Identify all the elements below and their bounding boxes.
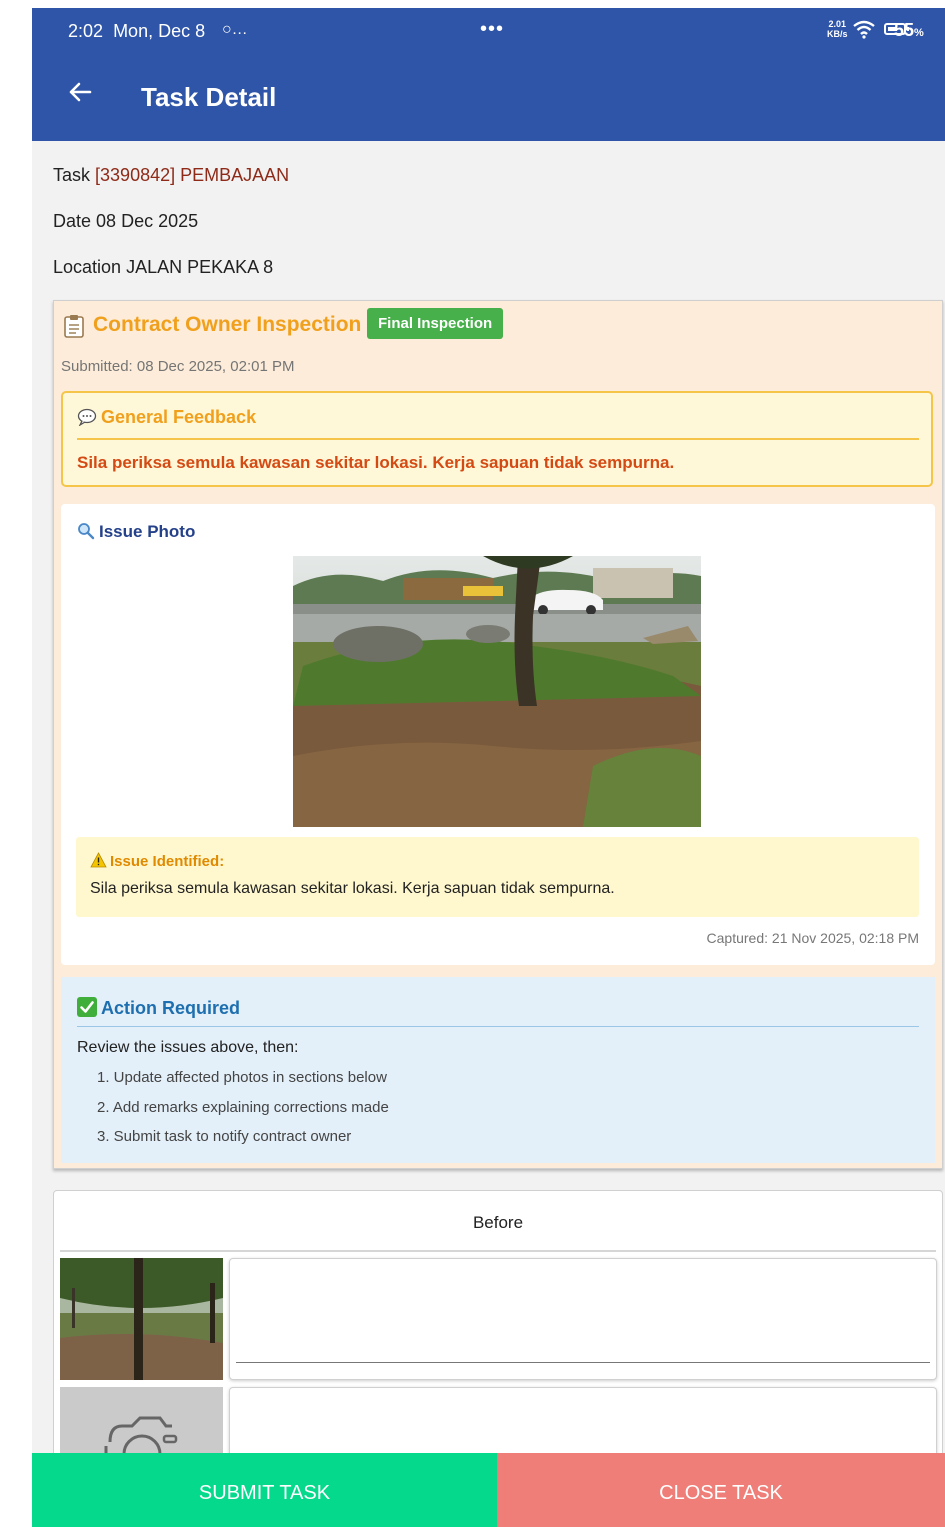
app-bar: Task Detail [32, 56, 945, 141]
inspection-badge: Final Inspection [367, 308, 504, 339]
location-label: Location [53, 257, 122, 277]
divider [60, 1250, 936, 1252]
issue-photo-card: Issue Photo Issue Identified: Sila perik… [61, 504, 935, 965]
issue-text: Sila periksa semula kawasan sekitar loka… [90, 880, 615, 897]
input-underline [236, 1362, 930, 1363]
action-step: 3. Submit task to notify contract owner [97, 1128, 352, 1145]
task-row: Task [3390842] PEMBAJAAN [53, 165, 289, 186]
action-steps-list: 1. Update affected photos in sections be… [97, 1069, 389, 1158]
action-step: 2. Add remarks explaining corrections ma… [97, 1098, 389, 1116]
issue-identified-box: Issue Identified: Sila periksa semula ka… [76, 837, 919, 917]
clipboard-icon [64, 315, 84, 338]
before-heading: Before [472, 1213, 524, 1232]
location-row: Location JALAN PEKAKA 8 [53, 257, 273, 278]
date-value: 08 Dec 2025 [96, 211, 199, 231]
magnifier-icon [78, 523, 95, 540]
back-arrow-icon[interactable] [66, 78, 94, 106]
issue-photo-heading: Issue Photo [77, 522, 195, 542]
close-task-button[interactable]: CLOSE TASK [497, 1453, 945, 1527]
speech-bubble-icon [77, 408, 97, 427]
divider [77, 438, 919, 440]
inspection-card: Contract Owner Inspection Final Inspecti… [53, 300, 943, 1169]
divider [77, 1026, 919, 1027]
task-label: Task [53, 165, 91, 185]
action-required-box: Action Required Review the issues above,… [61, 977, 935, 1163]
submitted-timestamp: Submitted: 08 Dec 2025, 02:01 PM [61, 358, 295, 375]
app-screen: 2:02 Mon, Dec 8 ○… ••• 2.01 KB/s 55% Task… [32, 8, 945, 1527]
date-label: Date [53, 211, 92, 231]
network-speed: 2.01 KB/s [827, 19, 848, 39]
action-step: 1. Update affected photos in sections be… [97, 1069, 387, 1086]
remark-input[interactable] [229, 1258, 937, 1380]
status-time: 2:02 Mon, Dec 8 [68, 21, 206, 41]
submit-task-button[interactable]: SUBMIT TASK [32, 1453, 497, 1527]
date-row: Date 08 Dec 2025 [53, 211, 198, 232]
inspection-title: Contract Owner Inspection [93, 313, 362, 336]
action-intro: Review the issues above, then: [77, 1039, 299, 1056]
general-feedback-box: General Feedback Sila periksa semula kaw… [61, 391, 933, 487]
whatsapp-icon: ○… [222, 21, 248, 38]
task-value: [3390842] PEMBAJAAN [95, 165, 290, 185]
more-dots-icon: ••• [480, 18, 505, 40]
location-value: JALAN PEKAKA 8 [126, 257, 274, 277]
warning-icon [90, 852, 107, 868]
feedback-heading: General Feedback [77, 407, 256, 428]
issue-photo[interactable] [293, 556, 701, 827]
page-title: Task Detail [141, 82, 277, 112]
battery-percent: 55% [894, 20, 924, 40]
issue-heading: Issue Identified: [90, 852, 224, 870]
action-heading: Action Required [77, 997, 240, 1019]
status-bar: 2:02 Mon, Dec 8 ○… ••• 2.01 KB/s 55% [32, 8, 945, 56]
before-photo-thumbnail[interactable] [60, 1258, 223, 1380]
wifi-icon [853, 20, 875, 39]
captured-timestamp: Captured: 21 Nov 2025, 02:18 PM [706, 930, 919, 946]
checkmark-icon [77, 997, 97, 1017]
feedback-text: Sila periksa semula kawasan sekitar loka… [77, 453, 675, 472]
